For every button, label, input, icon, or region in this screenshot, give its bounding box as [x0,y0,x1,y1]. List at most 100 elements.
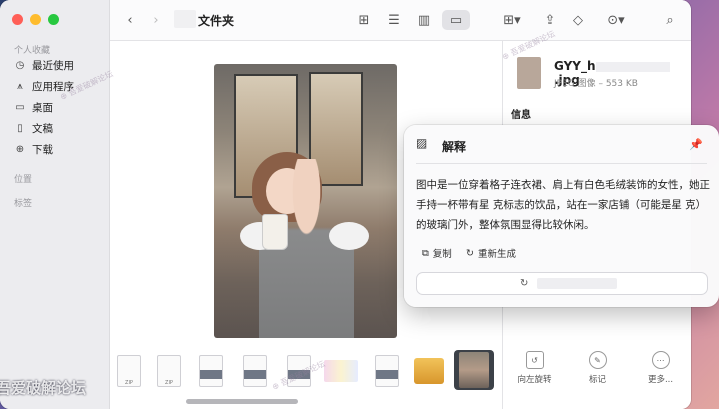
file-type-label: ZIP [125,380,133,386]
photo-thumb-icon [459,352,489,388]
forum-watermark: 吾爱破解论坛 [0,379,87,397]
file-preview-thumbnail [517,57,541,89]
rotate-left-button[interactable]: ↺ 向左旋转 [505,351,565,409]
sidebar-item-desktop[interactable]: ▭ 桌面 [14,100,53,115]
drink-cup [262,214,288,250]
minimize-window-button[interactable] [30,14,41,25]
thumbnail-disk-image[interactable] [238,351,272,391]
file-name-prefix: GYY_h [554,59,596,73]
pin-icon: 📌 [689,138,703,151]
sidebar-item-label: 下载 [32,144,53,156]
column-view-button[interactable]: ▥ [416,10,432,30]
gradient-image-icon [324,360,358,382]
sidebar-item-recents[interactable]: ◷ 最近使用 [14,58,74,73]
more-actions-button[interactable]: ⋯ 更多... [631,351,691,409]
list-view-button[interactable]: ☰ [386,10,402,30]
pin-button[interactable]: 📌 [689,138,703,151]
copy-button[interactable]: ⧉ 复制 [422,246,452,261]
clock-icon: ◷ [15,60,25,71]
more-icon: ⊙▾ [607,12,625,28]
gallery-view-button[interactable]: ▭ [442,10,470,30]
document-icon: ▯ [17,123,23,134]
sidebar-item-label: 桌面 [32,102,53,114]
sidebar-section-favorites: 个人收藏 [14,46,51,56]
sidebar-item-label: 文稿 [32,123,53,135]
close-window-button[interactable] [12,14,23,25]
sidebar-section-tags: 标签 [14,199,33,209]
zoom-window-button[interactable] [48,14,59,25]
thumbnail-disk-image[interactable] [194,351,228,391]
thumbnail-selected-photo[interactable] [454,350,494,390]
thumbnail-gradient-image[interactable] [324,351,358,391]
file-type-label: ZIP [165,380,173,386]
image-explain-icon: ▨ [416,136,428,150]
columns-icon: ▥ [417,12,431,28]
zip-file-icon: ZIP [117,355,141,387]
rotate-left-icon: ↺ [525,351,544,369]
share-icon: ⇪ [544,12,556,28]
folder-name-redaction [174,10,196,28]
refresh-icon: ↻ [466,247,474,259]
quick-actions: ↺ 向左旋转 ✎ 标记 ⋯ 更多... [503,351,691,409]
sidebar-item-label: 最近使用 [32,60,74,72]
back-button[interactable]: ‹ [122,10,138,30]
download-icon: ⊕ [15,144,25,155]
thumbnail-package[interactable] [412,351,446,391]
window-controls [12,14,59,25]
forward-button[interactable]: › [148,10,164,30]
toolbar: ‹ › 文件夹 ⊞ ☰ ▥ ▭ ⊞▾ ⇪ ◇ ⊙▾ ⌕ [110,0,691,41]
tag-icon: ◇ [573,12,583,28]
refresh-icon: ↻ [520,278,529,289]
thumbnail-zip[interactable]: ZIP [112,351,146,391]
icon-view-button[interactable]: ⊞ [356,10,372,30]
action-label: 标记 [588,375,606,385]
share-button[interactable]: ⇪ [542,10,558,30]
info-heading: 信息 [511,110,531,121]
action-label: 向左旋转 [517,375,552,385]
chevron-right-icon: › [153,12,159,28]
sidebar-section-locations: 位置 [14,175,33,185]
grid-icon: ⊞ [358,12,370,28]
zip-file-icon: ZIP [157,355,181,387]
disk-image-file-icon [243,355,267,387]
preview-image[interactable] [214,64,397,338]
group-icon: ⊞▾ [503,12,521,28]
copy-label: 复制 [432,249,452,260]
input-redaction [537,278,617,289]
file-meta: JPEG 图像 – 553 KB [554,79,638,89]
more-icon: ⋯ [651,351,670,369]
action-menu-button[interactable]: ⊙▾ [602,10,630,30]
package-icon [414,358,444,384]
markup-icon: ✎ [588,351,607,369]
disk-image-file-icon [199,355,223,387]
file-name-redaction [595,61,670,72]
horizontal-scrollbar[interactable] [186,399,298,404]
sidebar-item-documents[interactable]: ▯ 文稿 [14,121,53,136]
regenerate-button[interactable]: ↻ 重新生成 [466,246,516,261]
popup-title: 解释 [442,140,467,154]
copy-icon: ⧉ [422,247,429,259]
action-label: 更多... [647,375,674,385]
fur-decoration [329,222,369,250]
search-icon: ⌕ [666,12,674,28]
explanation-text: 图中是一位穿着格子连衣裙、肩上有白色毛绒装饰的女性，她正手持一杯带有星 克标志的… [416,179,710,231]
search-button[interactable]: ⌕ [662,10,678,30]
folder-title: 文件夹 [198,14,235,28]
list-icon: ☰ [388,12,400,28]
regenerate-label: 重新生成 [477,249,516,260]
chevron-left-icon: ‹ [127,12,133,28]
group-button[interactable]: ⊞▾ [500,10,524,30]
markup-button[interactable]: ✎ 标记 [568,351,628,409]
thumbnail-disk-image[interactable] [370,351,404,391]
tag-button[interactable]: ◇ [570,10,586,30]
disk-image-file-icon [375,355,399,387]
explain-popup: ▨ 解释 📌 图中是一位穿着格子连衣裙、肩上有白色毛绒装饰的女性，她正手持一杯带… [404,125,719,307]
sidebar-item-downloads[interactable]: ⊕ 下载 [14,142,53,157]
thumbnail-zip[interactable]: ZIP [152,351,186,391]
sidebar: 个人收藏 ◷ 最近使用 ⩚ 应用程序 ▭ 桌面 ▯ 文稿 ⊕ 下载 位置 标签 [0,0,110,409]
apps-icon: ⩚ [17,81,23,92]
desktop-icon: ▭ [15,102,25,113]
popup-divider [416,163,707,164]
follow-up-input[interactable]: ↻ [416,272,708,295]
gallery-icon: ▭ [449,12,463,28]
